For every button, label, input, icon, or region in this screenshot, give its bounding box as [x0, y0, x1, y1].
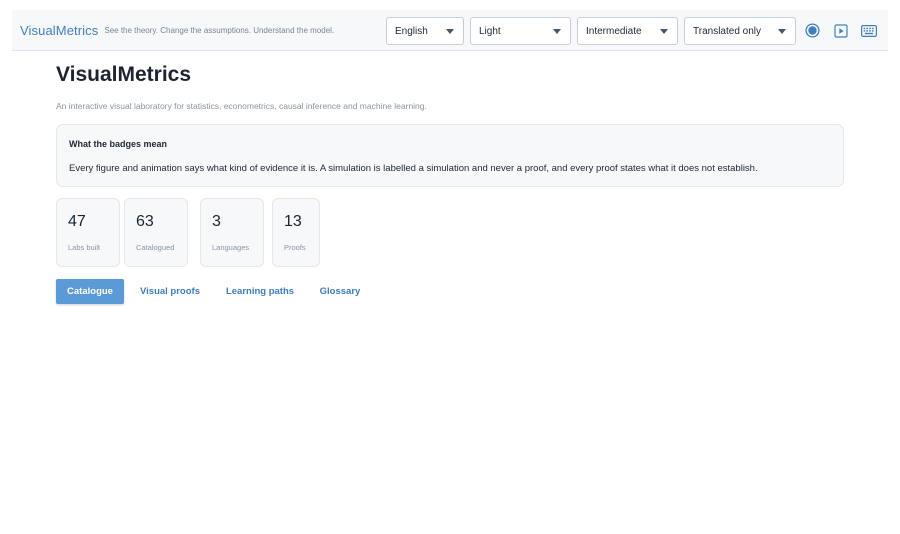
- badges-text: Every figure and animation says what kin…: [69, 163, 758, 174]
- translation-select-value: Translated only: [693, 25, 761, 37]
- brand-name[interactable]: VisualMetrics: [20, 23, 98, 38]
- level-select[interactable]: Intermediate: [577, 17, 678, 45]
- stat-languages: 3 Languages: [200, 198, 264, 267]
- tab-catalogue[interactable]: Catalogue: [56, 279, 124, 304]
- badges-explainer-card: What the badges mean Every figure and an…: [56, 124, 844, 187]
- play-icon: [833, 23, 848, 38]
- stat-labs-built: 47 Labs built: [56, 198, 120, 267]
- stat-label: Labs built: [68, 243, 101, 252]
- chevron-down-icon: [553, 28, 561, 34]
- translation-select[interactable]: Translated only: [684, 17, 796, 45]
- stat-value: 3: [212, 213, 221, 230]
- stat-value: 13: [284, 213, 302, 230]
- stat-proofs: 13 Proofs: [272, 198, 320, 267]
- language-select[interactable]: English: [386, 17, 464, 45]
- stat-label: Catalogued: [136, 243, 175, 252]
- stat-label: Languages: [212, 243, 250, 252]
- page-subtitle: An interactive visual laboratory for sta…: [56, 101, 427, 111]
- app-page: VisualMetrics See the theory. Change the…: [0, 0, 900, 534]
- stat-value: 63: [136, 213, 154, 230]
- chevron-down-icon: [446, 28, 454, 34]
- level-select-value: Intermediate: [586, 25, 642, 37]
- keyboard-icon: [860, 24, 877, 37]
- stat-label: Proofs: [284, 243, 306, 252]
- page-title: VisualMetrics: [56, 63, 192, 86]
- top-bar: VisualMetrics See the theory. Change the…: [12, 10, 888, 51]
- keyboard-button[interactable]: [860, 22, 877, 39]
- theme-select[interactable]: Light: [470, 17, 571, 45]
- tab-visual-proofs[interactable]: Visual proofs: [134, 279, 206, 304]
- record-icon: [805, 23, 820, 38]
- theme-select-value: Light: [479, 25, 501, 37]
- play-button[interactable]: [832, 22, 849, 39]
- stat-catalogued: 63 Catalogued: [124, 198, 188, 267]
- record-button[interactable]: [804, 22, 821, 39]
- language-select-value: English: [395, 25, 428, 37]
- tab-glossary[interactable]: Glossary: [313, 279, 367, 304]
- stat-value: 47: [68, 213, 86, 230]
- tagline: See the theory. Change the assumptions. …: [104, 25, 335, 35]
- badges-heading: What the badges mean: [69, 139, 168, 149]
- tab-learning-paths[interactable]: Learning paths: [220, 279, 300, 304]
- chevron-down-icon: [778, 28, 786, 34]
- chevron-down-icon: [660, 28, 668, 34]
